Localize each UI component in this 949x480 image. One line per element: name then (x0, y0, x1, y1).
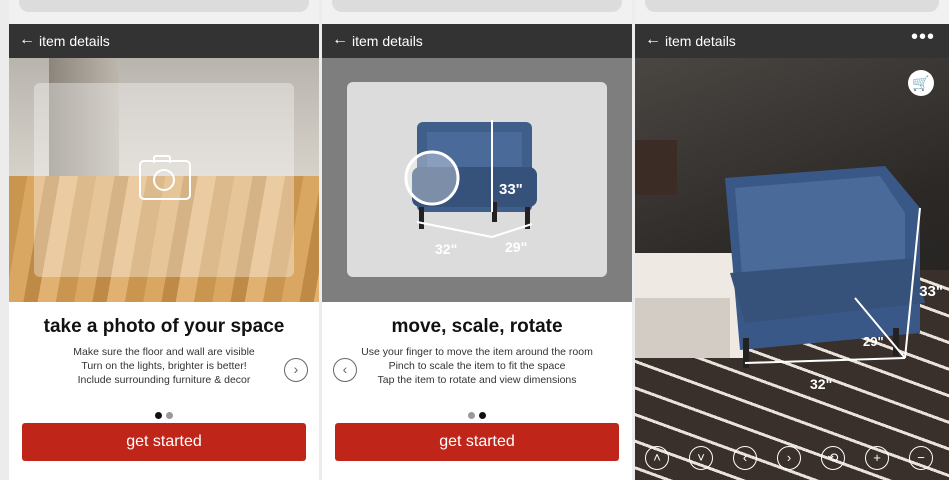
chevron-left-icon[interactable]: ‹ (733, 446, 757, 470)
cart-icon[interactable]: 🛒 (908, 70, 934, 96)
instruction-line: Pinch to scale the item to fit the space (388, 360, 566, 372)
top-strip (322, 0, 632, 24)
dim-height: 33" (919, 283, 943, 300)
instructions: take a photo of your space Make sure the… (9, 302, 319, 480)
dim-width: 32" (435, 241, 457, 257)
demo-area: 33" 32" 29" (322, 58, 632, 302)
chair-illustration: 33" 32" 29" (404, 120, 537, 257)
dim-width: 32" (810, 376, 833, 392)
ar-camera-view[interactable]: 33" 29" 32" 🛒 ˄ ˅ ‹ › ⟲ + − (635, 58, 949, 480)
ar-controls: ˄ ˅ ‹ › ⟲ + − (635, 446, 949, 472)
top-strip (9, 0, 319, 24)
chevron-right-icon[interactable]: › (284, 358, 308, 382)
header: ← item details (322, 24, 632, 58)
room-photo (9, 58, 319, 302)
panel-ar-view: ← item details ••• 33" 29" 32" 🛒 ˄ ˅ ‹ ›… (635, 0, 949, 480)
demo-card: 33" 32" 29" (347, 82, 607, 277)
chevron-up-icon[interactable]: ˄ (645, 446, 669, 470)
page-dot[interactable] (479, 412, 486, 419)
instruction-line: Include surrounding furniture & decor (77, 374, 251, 386)
dim-depth: 29" (863, 334, 884, 349)
instruction-line: Tap the item to rotate and view dimensio… (377, 374, 577, 386)
arrow-left-icon[interactable]: ← (645, 31, 661, 49)
instruction-line: Turn on the lights, brighter is better! (81, 360, 247, 372)
page-dots (322, 406, 632, 424)
instruction-heading: move, scale, rotate (391, 316, 563, 337)
chevron-down-icon[interactable]: ˅ (689, 446, 713, 470)
instruction-heading: take a photo of your space (43, 316, 285, 337)
header: ← item details ••• (635, 24, 949, 58)
more-dots-icon[interactable]: ••• (911, 26, 935, 49)
instruction-lines: Make sure the floor and wall are visible… (9, 345, 319, 387)
plus-icon[interactable]: + (865, 446, 889, 470)
panel-move-scale: ← item details 33" 32" 29" move, scale, … (322, 0, 632, 480)
header: ← item details (9, 24, 319, 58)
header-title: item details (665, 33, 736, 49)
instruction-lines: Use your finger to move the item around … (322, 345, 632, 387)
top-strip (635, 0, 949, 24)
minus-icon[interactable]: − (909, 446, 933, 470)
page-dot[interactable] (468, 412, 475, 419)
touch-indicator (404, 150, 460, 206)
panel-take-photo: ← item details take a photo of your spac… (9, 0, 319, 480)
rotate-icon[interactable]: ⟲ (821, 446, 845, 470)
instruction-line: Use your finger to move the item around … (361, 346, 593, 358)
arrow-left-icon[interactable]: ← (19, 31, 35, 49)
get-started-button[interactable]: get started (335, 423, 619, 461)
instructions: move, scale, rotate Use your finger to m… (322, 302, 632, 480)
dim-height: 33" (499, 181, 523, 198)
page-dots (9, 406, 319, 424)
dim-depth: 29" (505, 239, 527, 255)
page-dot[interactable] (155, 412, 162, 419)
ar-chair[interactable] (635, 58, 949, 480)
instruction-line: Make sure the floor and wall are visible (73, 346, 255, 358)
get-started-button[interactable]: get started (22, 423, 306, 461)
chevron-right-icon[interactable]: › (777, 446, 801, 470)
chevron-left-icon[interactable]: ‹ (333, 358, 357, 382)
header-title: item details (352, 33, 423, 49)
camera-icon[interactable] (139, 155, 191, 200)
page-dot[interactable] (166, 412, 173, 419)
arrow-left-icon[interactable]: ← (332, 31, 348, 49)
header-title: item details (39, 33, 110, 49)
